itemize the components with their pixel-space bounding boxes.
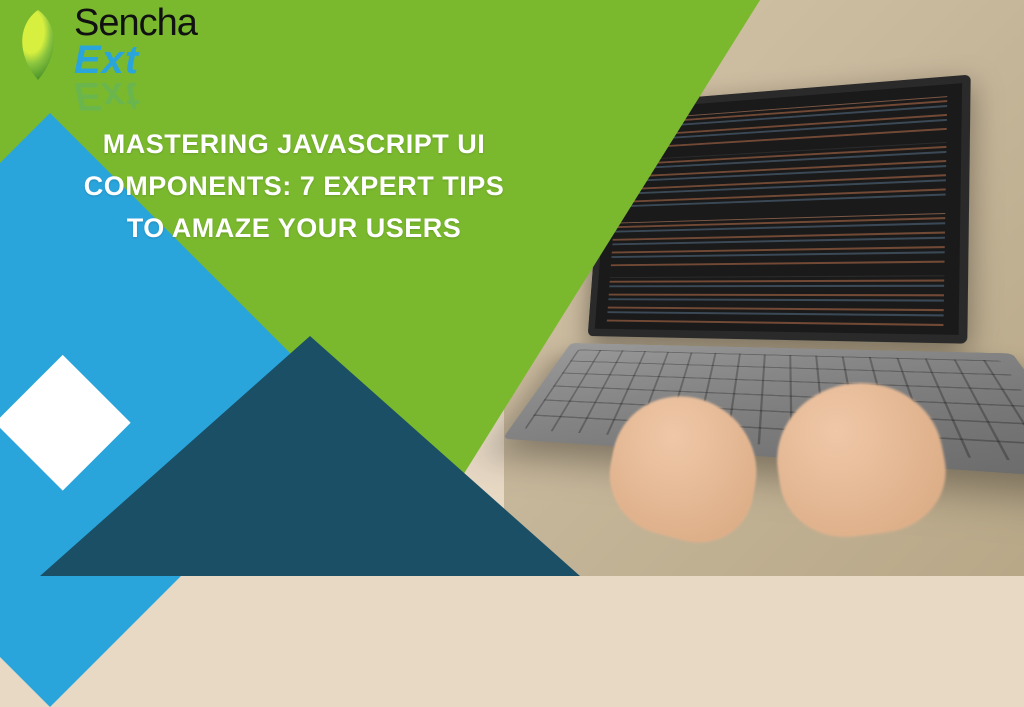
white-diamond-icon [0, 355, 131, 491]
code-snippet [611, 213, 946, 266]
code-snippet [607, 275, 945, 328]
keyboard-keys [524, 349, 1024, 464]
brand-product-reflection: ExtJS [74, 76, 197, 116]
laptop-keyboard [502, 343, 1024, 480]
hero-banner: Sencha ExtJS ExtJS MASTERING JAVASCRIPT … [0, 0, 1024, 576]
brand-logo: Sencha ExtJS ExtJS [14, 4, 197, 116]
leaf-icon [14, 10, 62, 82]
brand-name: Sencha [74, 4, 197, 42]
brand-text: Sencha ExtJS ExtJS [74, 4, 197, 116]
headline-text: MASTERING JAVASCRIPT UI COMPONENTS: 7 EX… [64, 124, 524, 250]
